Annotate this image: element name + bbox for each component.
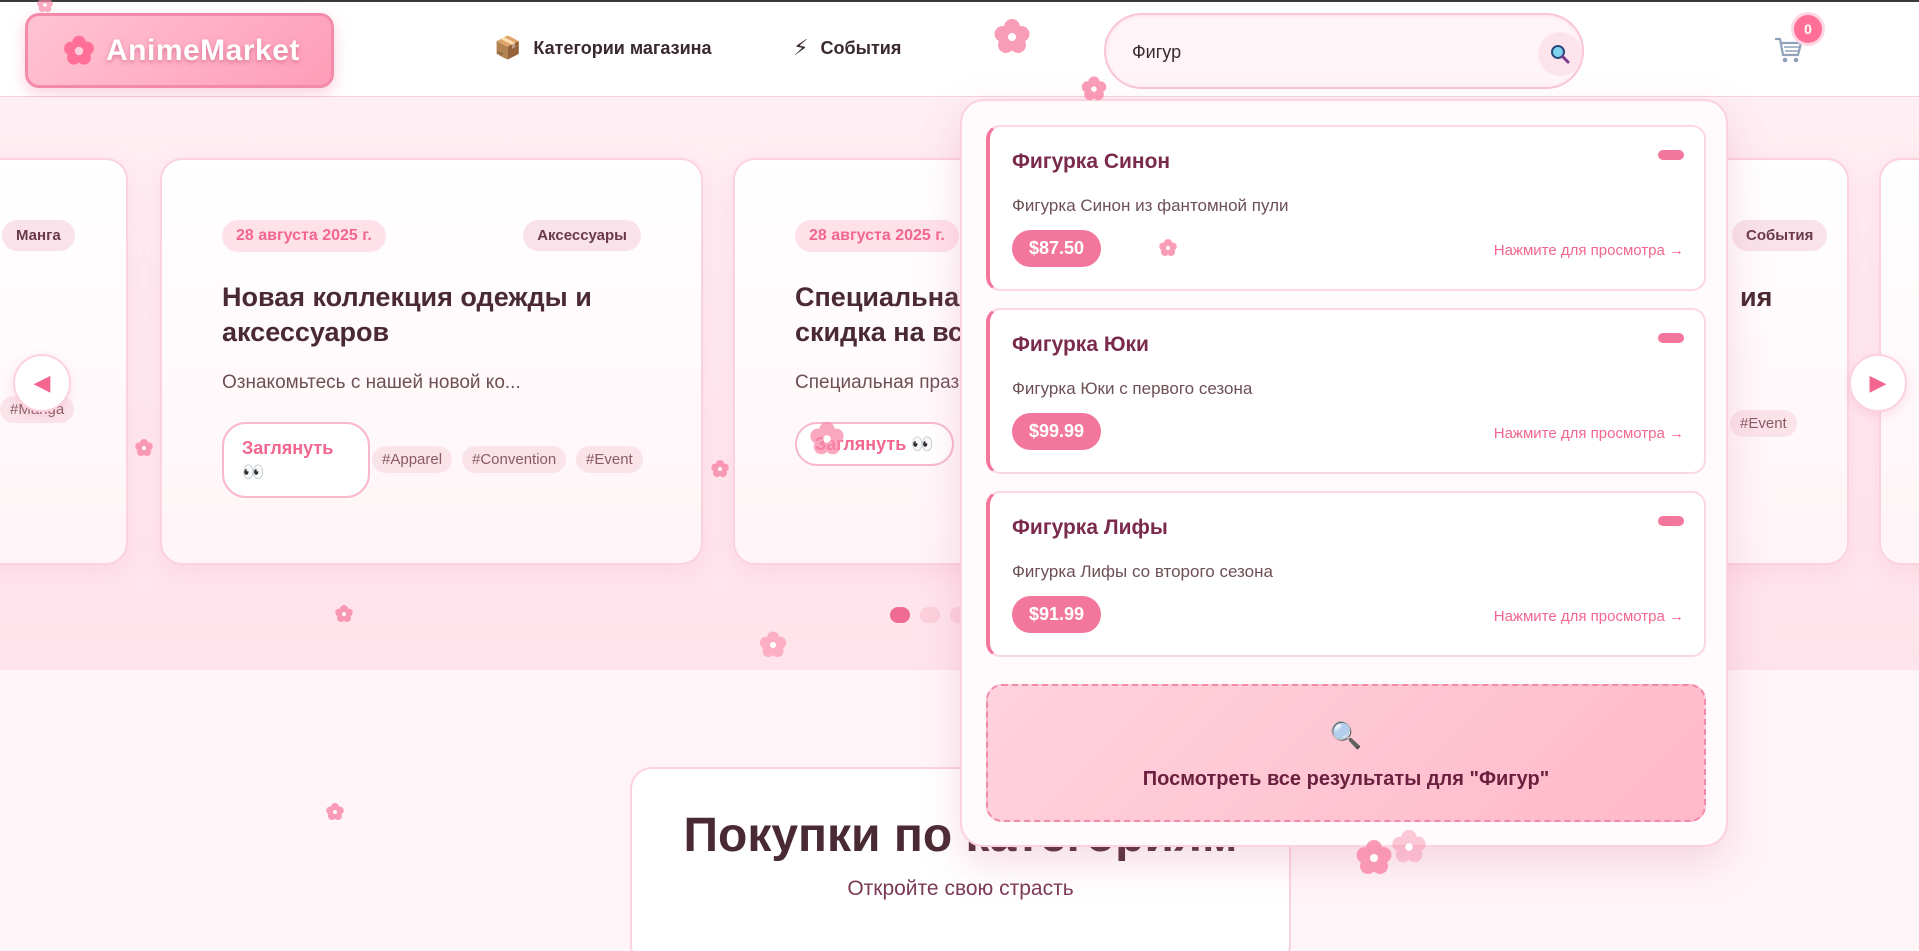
search-button[interactable]: [1538, 32, 1582, 76]
sakura-petal-icon: [37, 0, 53, 13]
categories-subtitle: Откройте свою страсть: [847, 877, 1074, 900]
site-logo[interactable]: AnimeMarket: [25, 13, 334, 88]
view-all-label: Посмотреть все результаты для "Фигур": [1142, 768, 1550, 790]
cart-icon: [1775, 37, 1803, 63]
sakura-logo-icon: [64, 35, 94, 65]
nav-store-categories[interactable]: 📦 Категории магазина: [494, 35, 712, 61]
result-description: Фигурка Синон из фантомной пули: [1012, 196, 1289, 215]
result-badge: [1658, 333, 1684, 343]
sakura-petal-icon: [1081, 76, 1107, 101]
result-description: Фигурка Лифы со второго сезона: [1012, 562, 1273, 581]
sakura-petal-icon: [326, 803, 344, 820]
carousel-dot[interactable]: [920, 607, 940, 623]
sakura-petal-icon: [711, 460, 729, 477]
search-result-item[interactable]: Фигурка Лифы Фигурка Лифы со второго сез…: [986, 491, 1706, 657]
card-title: Новая коллекция одежды и аксессуаров: [222, 282, 592, 347]
search-results-dropdown: Фигурка Синон Фигурка Синон из фантомной…: [960, 99, 1728, 847]
card-category: Аксессуары: [523, 220, 641, 251]
package-icon: 📦: [494, 35, 522, 60]
cart-count-badge: 0: [1794, 15, 1822, 43]
look-button[interactable]: Заглянуть 👀: [222, 422, 370, 498]
card-title: ия: [1740, 282, 1773, 312]
logo-text: AnimeMarket: [106, 33, 300, 67]
carousel-prev-button[interactable]: ◀: [13, 354, 71, 412]
chevron-right-icon: ▶: [1869, 370, 1887, 395]
search-bar: [1104, 13, 1584, 89]
nav-store-categories-label: Категории магазина: [533, 37, 712, 58]
result-title: Фигурка Лифы: [1012, 516, 1168, 539]
result-view-link[interactable]: Нажмите для просмотра →: [1494, 608, 1684, 625]
event-card[interactable]: Манга #Manga: [0, 158, 128, 565]
card-category: Манга: [2, 220, 75, 251]
result-badge: [1658, 150, 1684, 160]
chevron-left-icon: ◀: [33, 370, 51, 395]
card-description: Специальная праз: [795, 372, 960, 393]
result-view-link[interactable]: Нажмите для просмотра →: [1494, 242, 1684, 259]
result-price: $99.99: [1012, 413, 1102, 450]
search-result-item[interactable]: Фигурка Юки Фигурка Юки с первого сезона…: [986, 308, 1706, 474]
sakura-petal-icon: [994, 19, 1030, 53]
sakura-petal-icon: [1159, 239, 1177, 256]
sakura-petal-icon: [810, 421, 844, 455]
result-view-link[interactable]: Нажмите для просмотра →: [1494, 425, 1684, 442]
site-header: AnimeMarket 📦 Категории магазина ⚡ Событ…: [0, 0, 1919, 97]
lightning-icon: ⚡: [793, 35, 809, 60]
magnifier-icon: 🔍: [1329, 720, 1363, 750]
nav-events[interactable]: ⚡ События: [793, 35, 901, 61]
result-title: Фигурка Юки: [1012, 333, 1149, 356]
sakura-petal-icon: [335, 605, 353, 622]
search-result-item[interactable]: Фигурка Синон Фигурка Синон из фантомной…: [986, 125, 1706, 291]
nav-events-label: События: [820, 37, 902, 58]
result-badge: [1658, 516, 1684, 526]
result-description: Фигурка Юки с первого сезона: [1012, 379, 1253, 398]
sakura-petal-icon: [1356, 840, 1392, 874]
card-tag: #Apparel: [372, 446, 453, 473]
card-date: 28 августа 2025 г.: [795, 220, 959, 252]
card-tag: #Event: [576, 446, 643, 473]
card-tag: #Event: [1730, 410, 1797, 437]
sakura-petal-icon: [1392, 829, 1426, 863]
view-all-results-button[interactable]: 🔍 Посмотреть все результаты для "Фигур": [986, 684, 1706, 822]
carousel-next-button[interactable]: ▶: [1849, 354, 1907, 412]
result-price: $91.99: [1012, 596, 1102, 633]
search-input[interactable]: [1132, 35, 1502, 69]
result-price: $87.50: [1012, 230, 1102, 267]
card-tag: #Convention: [462, 446, 567, 473]
event-card[interactable]: 28 августа 2025 г. Аксессуары Новая колл…: [160, 158, 703, 565]
search-icon: [1551, 45, 1570, 64]
carousel-dot[interactable]: [890, 607, 910, 623]
card-category: События: [1732, 220, 1828, 251]
sakura-petal-icon: [759, 631, 787, 657]
card-date: 28 августа 2025 г.: [222, 220, 386, 252]
sakura-petal-icon: [135, 439, 153, 456]
card-description: Ознакомьтесь с нашей новой ко...: [222, 372, 521, 393]
result-title: Фигурка Синон: [1012, 150, 1171, 173]
